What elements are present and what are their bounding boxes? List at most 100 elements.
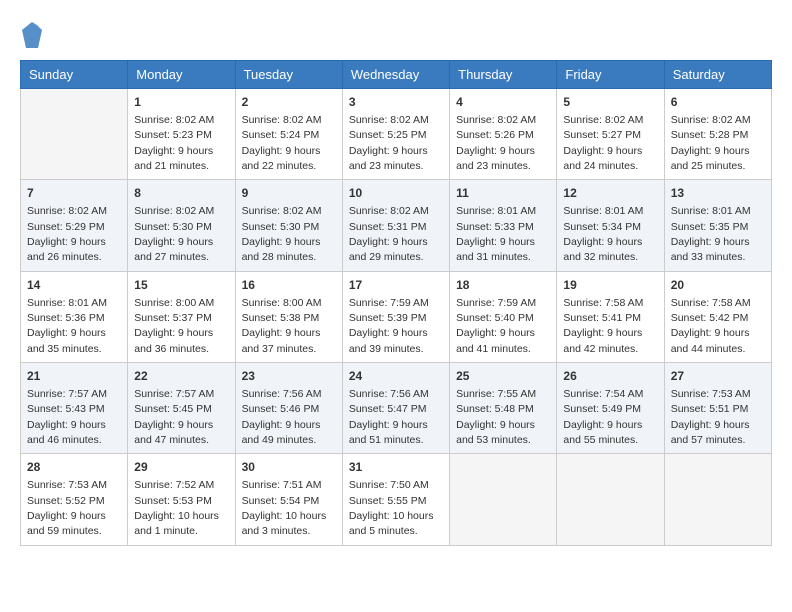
day-number: 26 [563, 368, 657, 385]
day-sunrise: Sunrise: 8:02 AMSunset: 5:28 PMDaylight:… [671, 114, 751, 172]
calendar-cell: 24 Sunrise: 7:56 AMSunset: 5:47 PMDaylig… [342, 363, 449, 454]
day-sunrise: Sunrise: 7:53 AMSunset: 5:52 PMDaylight:… [27, 479, 107, 537]
day-number: 10 [349, 185, 443, 202]
day-sunrise: Sunrise: 7:52 AMSunset: 5:53 PMDaylight:… [134, 479, 219, 537]
calendar-cell: 29 Sunrise: 7:52 AMSunset: 5:53 PMDaylig… [128, 454, 235, 545]
calendar-cell: 27 Sunrise: 7:53 AMSunset: 5:51 PMDaylig… [664, 363, 771, 454]
calendar-cell: 14 Sunrise: 8:01 AMSunset: 5:36 PMDaylig… [21, 271, 128, 362]
day-number: 18 [456, 277, 550, 294]
day-number: 1 [134, 94, 228, 111]
day-number: 19 [563, 277, 657, 294]
calendar-table: SundayMondayTuesdayWednesdayThursdayFrid… [20, 60, 772, 546]
calendar-cell: 10 Sunrise: 8:02 AMSunset: 5:31 PMDaylig… [342, 180, 449, 271]
page-header [20, 20, 772, 50]
header-monday: Monday [128, 61, 235, 89]
day-sunrise: Sunrise: 8:02 AMSunset: 5:29 PMDaylight:… [27, 205, 107, 263]
logo-icon [20, 20, 44, 50]
calendar-cell: 22 Sunrise: 7:57 AMSunset: 5:45 PMDaylig… [128, 363, 235, 454]
day-sunrise: Sunrise: 8:02 AMSunset: 5:27 PMDaylight:… [563, 114, 643, 172]
calendar-cell: 2 Sunrise: 8:02 AMSunset: 5:24 PMDayligh… [235, 89, 342, 180]
calendar-cell [557, 454, 664, 545]
calendar-week-4: 21 Sunrise: 7:57 AMSunset: 5:43 PMDaylig… [21, 363, 772, 454]
calendar-cell: 21 Sunrise: 7:57 AMSunset: 5:43 PMDaylig… [21, 363, 128, 454]
day-number: 9 [242, 185, 336, 202]
day-number: 7 [27, 185, 121, 202]
day-number: 4 [456, 94, 550, 111]
day-sunrise: Sunrise: 7:57 AMSunset: 5:43 PMDaylight:… [27, 388, 107, 446]
day-sunrise: Sunrise: 7:53 AMSunset: 5:51 PMDaylight:… [671, 388, 751, 446]
header-thursday: Thursday [450, 61, 557, 89]
day-sunrise: Sunrise: 7:54 AMSunset: 5:49 PMDaylight:… [563, 388, 643, 446]
day-number: 5 [563, 94, 657, 111]
calendar-cell: 26 Sunrise: 7:54 AMSunset: 5:49 PMDaylig… [557, 363, 664, 454]
day-sunrise: Sunrise: 8:01 AMSunset: 5:35 PMDaylight:… [671, 205, 751, 263]
day-number: 24 [349, 368, 443, 385]
day-number: 17 [349, 277, 443, 294]
day-number: 15 [134, 277, 228, 294]
day-sunrise: Sunrise: 7:58 AMSunset: 5:42 PMDaylight:… [671, 297, 751, 355]
day-sunrise: Sunrise: 8:02 AMSunset: 5:25 PMDaylight:… [349, 114, 429, 172]
header-saturday: Saturday [664, 61, 771, 89]
calendar-cell: 18 Sunrise: 7:59 AMSunset: 5:40 PMDaylig… [450, 271, 557, 362]
day-sunrise: Sunrise: 8:01 AMSunset: 5:33 PMDaylight:… [456, 205, 536, 263]
day-number: 23 [242, 368, 336, 385]
day-number: 16 [242, 277, 336, 294]
day-number: 3 [349, 94, 443, 111]
calendar-cell: 25 Sunrise: 7:55 AMSunset: 5:48 PMDaylig… [450, 363, 557, 454]
day-sunrise: Sunrise: 7:56 AMSunset: 5:47 PMDaylight:… [349, 388, 429, 446]
calendar-week-2: 7 Sunrise: 8:02 AMSunset: 5:29 PMDayligh… [21, 180, 772, 271]
day-sunrise: Sunrise: 8:00 AMSunset: 5:38 PMDaylight:… [242, 297, 322, 355]
day-number: 22 [134, 368, 228, 385]
calendar-cell: 7 Sunrise: 8:02 AMSunset: 5:29 PMDayligh… [21, 180, 128, 271]
day-number: 25 [456, 368, 550, 385]
day-number: 14 [27, 277, 121, 294]
calendar-body: 1 Sunrise: 8:02 AMSunset: 5:23 PMDayligh… [21, 89, 772, 546]
calendar-cell: 3 Sunrise: 8:02 AMSunset: 5:25 PMDayligh… [342, 89, 449, 180]
calendar-cell: 6 Sunrise: 8:02 AMSunset: 5:28 PMDayligh… [664, 89, 771, 180]
calendar-cell: 30 Sunrise: 7:51 AMSunset: 5:54 PMDaylig… [235, 454, 342, 545]
day-number: 27 [671, 368, 765, 385]
day-number: 21 [27, 368, 121, 385]
header-tuesday: Tuesday [235, 61, 342, 89]
day-sunrise: Sunrise: 7:51 AMSunset: 5:54 PMDaylight:… [242, 479, 327, 537]
calendar-cell: 28 Sunrise: 7:53 AMSunset: 5:52 PMDaylig… [21, 454, 128, 545]
calendar-cell: 4 Sunrise: 8:02 AMSunset: 5:26 PMDayligh… [450, 89, 557, 180]
header-friday: Friday [557, 61, 664, 89]
day-sunrise: Sunrise: 8:02 AMSunset: 5:31 PMDaylight:… [349, 205, 429, 263]
calendar-cell: 8 Sunrise: 8:02 AMSunset: 5:30 PMDayligh… [128, 180, 235, 271]
day-sunrise: Sunrise: 7:56 AMSunset: 5:46 PMDaylight:… [242, 388, 322, 446]
day-sunrise: Sunrise: 8:01 AMSunset: 5:36 PMDaylight:… [27, 297, 107, 355]
day-number: 12 [563, 185, 657, 202]
day-number: 29 [134, 459, 228, 476]
calendar-cell: 31 Sunrise: 7:50 AMSunset: 5:55 PMDaylig… [342, 454, 449, 545]
day-sunrise: Sunrise: 8:02 AMSunset: 5:30 PMDaylight:… [242, 205, 322, 263]
header-wednesday: Wednesday [342, 61, 449, 89]
calendar-cell: 9 Sunrise: 8:02 AMSunset: 5:30 PMDayligh… [235, 180, 342, 271]
day-sunrise: Sunrise: 7:58 AMSunset: 5:41 PMDaylight:… [563, 297, 643, 355]
header-sunday: Sunday [21, 61, 128, 89]
logo [20, 20, 48, 50]
day-sunrise: Sunrise: 8:01 AMSunset: 5:34 PMDaylight:… [563, 205, 643, 263]
calendar-header-row: SundayMondayTuesdayWednesdayThursdayFrid… [21, 61, 772, 89]
calendar-cell: 1 Sunrise: 8:02 AMSunset: 5:23 PMDayligh… [128, 89, 235, 180]
day-number: 2 [242, 94, 336, 111]
day-sunrise: Sunrise: 7:59 AMSunset: 5:40 PMDaylight:… [456, 297, 536, 355]
calendar-cell: 16 Sunrise: 8:00 AMSunset: 5:38 PMDaylig… [235, 271, 342, 362]
calendar-cell [664, 454, 771, 545]
calendar-cell: 19 Sunrise: 7:58 AMSunset: 5:41 PMDaylig… [557, 271, 664, 362]
calendar-cell: 11 Sunrise: 8:01 AMSunset: 5:33 PMDaylig… [450, 180, 557, 271]
calendar-cell: 12 Sunrise: 8:01 AMSunset: 5:34 PMDaylig… [557, 180, 664, 271]
calendar-cell: 15 Sunrise: 8:00 AMSunset: 5:37 PMDaylig… [128, 271, 235, 362]
calendar-cell: 17 Sunrise: 7:59 AMSunset: 5:39 PMDaylig… [342, 271, 449, 362]
day-number: 6 [671, 94, 765, 111]
day-number: 31 [349, 459, 443, 476]
calendar-week-3: 14 Sunrise: 8:01 AMSunset: 5:36 PMDaylig… [21, 271, 772, 362]
calendar-cell: 20 Sunrise: 7:58 AMSunset: 5:42 PMDaylig… [664, 271, 771, 362]
day-number: 20 [671, 277, 765, 294]
day-number: 30 [242, 459, 336, 476]
day-sunrise: Sunrise: 7:57 AMSunset: 5:45 PMDaylight:… [134, 388, 214, 446]
calendar-cell [450, 454, 557, 545]
day-sunrise: Sunrise: 7:59 AMSunset: 5:39 PMDaylight:… [349, 297, 429, 355]
day-sunrise: Sunrise: 8:02 AMSunset: 5:26 PMDaylight:… [456, 114, 536, 172]
day-sunrise: Sunrise: 8:02 AMSunset: 5:23 PMDaylight:… [134, 114, 214, 172]
